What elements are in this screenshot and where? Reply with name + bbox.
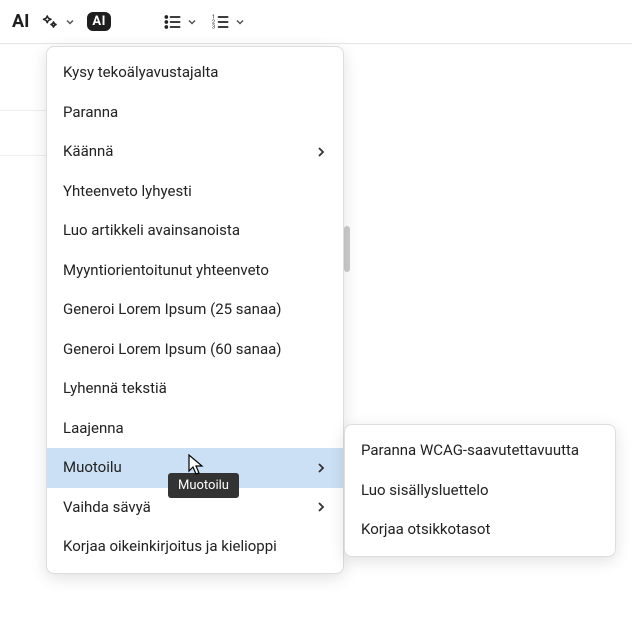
submenu-item-label: Paranna WCAG-saavutettavuutta: [361, 441, 579, 461]
tooltip: Muotoilu: [168, 473, 239, 498]
numbered-list-icon: 1 2 3: [211, 12, 231, 32]
menu-item-label: Myyntiorientoitunut yhteenveto: [63, 261, 269, 281]
menu-item-label: Korjaa oikeinkirjoitus ja kielioppi: [63, 537, 277, 557]
chevron-down-icon: [187, 17, 197, 27]
menu-item-label: Luo artikkeli avainsanoista: [63, 221, 240, 241]
menu-item[interactable]: Kysy tekoälyavustajalta: [47, 53, 343, 93]
svg-text:3: 3: [212, 24, 215, 30]
menu-item-label: Kysy tekoälyavustajalta: [63, 63, 218, 83]
menu-item[interactable]: Yhteenveto lyhyesti: [47, 172, 343, 212]
menu-item[interactable]: Laajenna: [47, 409, 343, 449]
chevron-right-icon: [315, 146, 327, 158]
muotoilu-submenu: Paranna WCAG-saavutettavuutta Luo sisälly…: [344, 424, 616, 557]
sparkle-icon: [41, 12, 61, 32]
submenu-item[interactable]: Paranna WCAG-saavutettavuutta: [345, 431, 615, 471]
menu-item-label: Generoi Lorem Ipsum (25 sanaa): [63, 300, 282, 320]
ai-badge[interactable]: AI: [87, 12, 111, 31]
submenu-item[interactable]: Luo sisällysluettelo: [345, 471, 615, 511]
menu-item-label: Yhteenveto lyhyesti: [63, 182, 192, 202]
submenu-item-label: Korjaa otsikkotasot: [361, 520, 490, 540]
menu-item-label: Generoi Lorem Ipsum (60 sanaa): [63, 340, 282, 360]
submenu-item-label: Luo sisällysluettelo: [361, 481, 489, 501]
ai-sparkle-button[interactable]: [39, 8, 77, 36]
scrollbar[interactable]: [344, 226, 350, 272]
menu-item[interactable]: Myyntiorientoitunut yhteenveto: [47, 251, 343, 291]
menu-item-label: Laajenna: [63, 419, 124, 439]
chevron-down-icon: [65, 17, 75, 27]
chevron-right-icon: [315, 501, 327, 513]
menu-item-label: Muotoilu: [63, 458, 122, 478]
bullet-list-button[interactable]: [161, 8, 199, 36]
menu-item[interactable]: Korjaa oikeinkirjoitus ja kielioppi: [47, 527, 343, 567]
menu-item-label: Käännä: [63, 142, 113, 162]
chevron-down-icon: [235, 17, 245, 27]
menu-item-label: Lyhennä tekstiä: [63, 379, 167, 399]
menu-item[interactable]: Paranna: [47, 93, 343, 133]
chevron-right-icon: [315, 462, 327, 474]
menu-item[interactable]: Luo artikkeli avainsanoista: [47, 211, 343, 251]
toolbar: AI AI 1 2 3: [0, 0, 632, 44]
submenu-item[interactable]: Korjaa otsikkotasot: [345, 510, 615, 550]
menu-item-label: Vaihda sävyä: [63, 498, 151, 518]
menu-item[interactable]: Generoi Lorem Ipsum (60 sanaa): [47, 330, 343, 370]
menu-item[interactable]: Lyhennä tekstiä: [47, 369, 343, 409]
menu-item[interactable]: Käännä: [47, 132, 343, 172]
numbered-list-button[interactable]: 1 2 3: [209, 8, 247, 36]
menu-item[interactable]: Generoi Lorem Ipsum (25 sanaa): [47, 290, 343, 330]
bullet-list-icon: [163, 12, 183, 32]
menu-item-label: Paranna: [63, 103, 118, 123]
ai-label: AI: [12, 11, 29, 32]
